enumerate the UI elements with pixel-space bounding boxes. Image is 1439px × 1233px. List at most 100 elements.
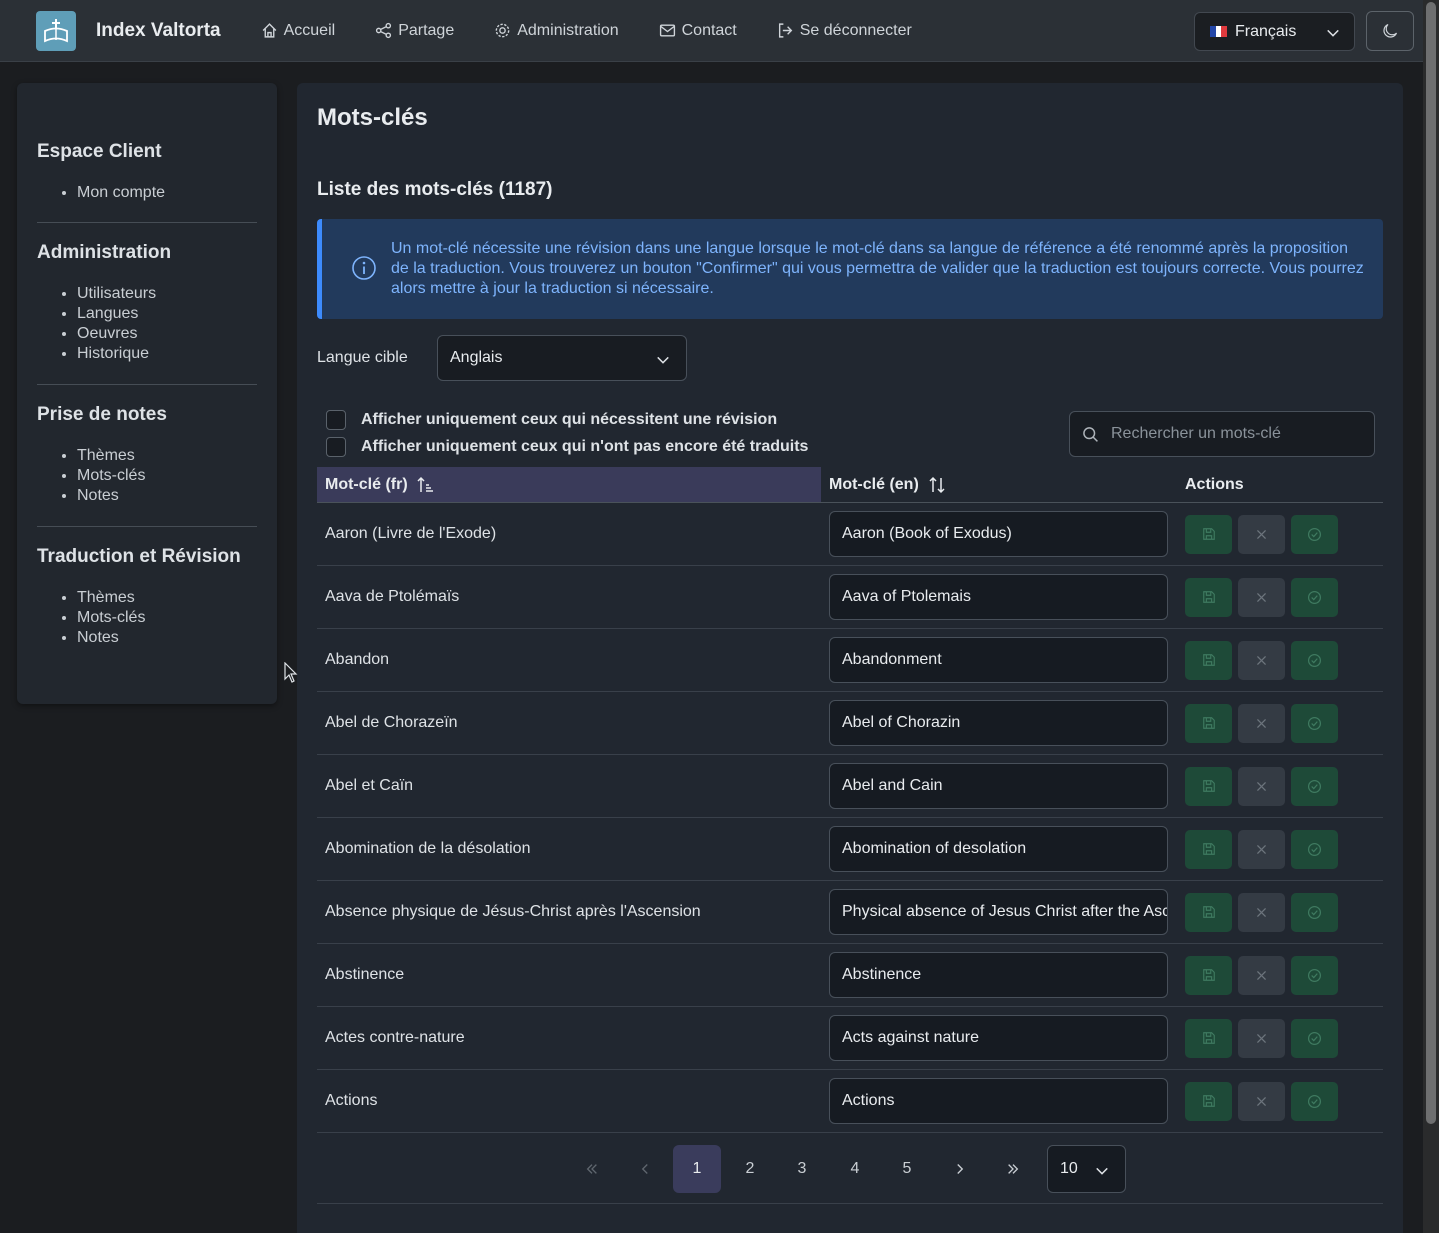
save-button[interactable] — [1185, 1081, 1232, 1121]
table-row: Absence physique de Jésus-Christ après l… — [317, 881, 1383, 944]
page-3-button[interactable]: 3 — [778, 1145, 826, 1193]
keyword-fr: Abel et Caïn — [325, 777, 414, 794]
column-header-en[interactable]: Mot-clé (en) — [821, 467, 1177, 502]
list-title: Liste des mots-clés (1187) — [317, 179, 553, 200]
nav-accueil[interactable]: Accueil — [261, 22, 335, 40]
next-page-button[interactable] — [936, 1145, 984, 1193]
filter-revision[interactable]: Afficher uniquement ceux qui nécessitent… — [326, 410, 777, 430]
sidebar-item-mon-compte[interactable]: Mon compte — [77, 183, 257, 203]
save-button[interactable] — [1185, 640, 1232, 680]
cancel-button[interactable] — [1238, 955, 1285, 995]
column-header-fr[interactable]: Mot-clé (fr) — [317, 467, 821, 502]
keyword-en-input[interactable]: Abel and Cain — [829, 763, 1168, 809]
last-page-button[interactable] — [989, 1145, 1037, 1193]
save-button[interactable] — [1185, 514, 1232, 554]
row-actions — [1177, 829, 1383, 869]
brand-name: Index Valtorta — [96, 19, 221, 41]
keyword-en-cell: Abel of Chorazin — [821, 700, 1177, 746]
close-icon — [1256, 1033, 1267, 1043]
first-page-button[interactable] — [568, 1145, 616, 1193]
filter-revision-label: Afficher uniquement ceux qui nécessitent… — [361, 411, 778, 428]
keyword-en-input[interactable]: Acts against nature — [829, 1015, 1168, 1061]
envelope-icon — [659, 24, 675, 37]
sidebar-item-trad-notes[interactable]: Notes — [77, 628, 257, 648]
target-language-select[interactable]: Anglais — [437, 335, 687, 381]
page-1-button[interactable]: 1 — [673, 1145, 721, 1193]
sidebar-item-mots-cles[interactable]: Mots-clés — [77, 466, 257, 486]
language-select[interactable]: Français — [1194, 12, 1355, 51]
floppy-disk-icon — [1202, 1095, 1215, 1107]
confirm-button[interactable] — [1291, 1081, 1338, 1121]
nav-contact[interactable]: Contact — [659, 22, 737, 40]
close-icon — [1256, 844, 1267, 854]
confirm-button[interactable] — [1291, 766, 1338, 806]
brand[interactable]: Index Valtorta — [36, 10, 221, 51]
page-2-button[interactable]: 2 — [726, 1145, 774, 1193]
page-scrollbar[interactable] — [1423, 0, 1439, 1233]
nav-logout[interactable]: Se déconnecter — [777, 22, 912, 40]
cancel-button[interactable] — [1238, 514, 1285, 554]
confirm-button[interactable] — [1291, 577, 1338, 617]
sidebar-item-oeuvres[interactable]: Oeuvres — [77, 324, 257, 344]
table-row: Actions Actions — [317, 1070, 1383, 1133]
scrollbar-thumb[interactable] — [1426, 2, 1436, 1124]
confirm-button[interactable] — [1291, 1018, 1338, 1058]
filter-untranslated-checkbox[interactable] — [326, 437, 346, 457]
theme-toggle-button[interactable] — [1366, 11, 1414, 51]
keyword-en-input[interactable]: Abomination of desolation — [829, 826, 1168, 872]
keyword-en-input[interactable]: Abandonment — [829, 637, 1168, 683]
confirm-button[interactable] — [1291, 955, 1338, 995]
save-button[interactable] — [1185, 577, 1232, 617]
confirm-button[interactable] — [1291, 703, 1338, 743]
cancel-button[interactable] — [1238, 640, 1285, 680]
keyword-en-input[interactable]: Abstinence — [829, 952, 1168, 998]
chevron-down-icon — [1096, 1167, 1108, 1175]
confirm-button[interactable] — [1291, 640, 1338, 680]
search-input[interactable] — [1111, 425, 1361, 443]
save-button[interactable] — [1185, 703, 1232, 743]
cancel-button[interactable] — [1238, 577, 1285, 617]
cancel-button[interactable] — [1238, 829, 1285, 869]
page-5-button[interactable]: 5 — [883, 1145, 931, 1193]
sidebar-item-trad-themes[interactable]: Thèmes — [77, 588, 257, 608]
filter-revision-checkbox[interactable] — [326, 410, 346, 430]
nav-partage[interactable]: Partage — [375, 22, 454, 40]
pagination: 1 2 3 4 5 10 — [297, 1145, 1403, 1193]
save-button[interactable] — [1185, 892, 1232, 932]
keyword-en-input[interactable]: Abel of Chorazin — [829, 700, 1168, 746]
save-button[interactable] — [1185, 1018, 1232, 1058]
confirm-button[interactable] — [1291, 514, 1338, 554]
search-box[interactable] — [1069, 411, 1375, 457]
keyword-en-input[interactable]: Aaron (Book of Exodus) — [829, 511, 1168, 557]
save-button[interactable] — [1185, 766, 1232, 806]
confirm-button[interactable] — [1291, 829, 1338, 869]
per-page-select[interactable]: 10 — [1047, 1145, 1126, 1193]
filter-untranslated[interactable]: Afficher uniquement ceux qui n'ont pas e… — [326, 437, 808, 457]
sidebar-item-notes[interactable]: Notes — [77, 486, 257, 506]
confirm-button[interactable] — [1291, 892, 1338, 932]
table-row: Abel de Chorazeïn Abel of Chorazin — [317, 692, 1383, 755]
save-button[interactable] — [1185, 955, 1232, 995]
keyword-en-input[interactable]: Aava of Ptolemais — [829, 574, 1168, 620]
sidebar-item-themes[interactable]: Thèmes — [77, 446, 257, 466]
prev-page-button[interactable] — [621, 1145, 669, 1193]
cancel-button[interactable] — [1238, 892, 1285, 932]
cancel-button[interactable] — [1238, 766, 1285, 806]
save-button[interactable] — [1185, 829, 1232, 869]
main-panel: Mots-clés Liste des mots-clés (1187) Un … — [297, 83, 1403, 1233]
sidebar-item-langues[interactable]: Langues — [77, 304, 257, 324]
sidebar-item-trad-mots-cles[interactable]: Mots-clés — [77, 608, 257, 628]
search-icon — [1083, 426, 1098, 442]
cancel-button[interactable] — [1238, 703, 1285, 743]
moon-icon — [1383, 23, 1398, 38]
keyword-en-input[interactable]: Actions — [829, 1078, 1168, 1124]
page-4-button[interactable]: 4 — [831, 1145, 879, 1193]
cancel-button[interactable] — [1238, 1081, 1285, 1121]
sidebar-item-utilisateurs[interactable]: Utilisateurs — [77, 284, 257, 304]
nav-administration[interactable]: Administration — [494, 22, 619, 40]
cancel-button[interactable] — [1238, 1018, 1285, 1058]
sidebar-item-historique[interactable]: Historique — [77, 344, 257, 364]
keyword-en-input[interactable]: Physical absence of Jesus Christ after t… — [829, 889, 1168, 935]
language-value: Français — [1235, 22, 1297, 40]
floppy-disk-icon — [1202, 654, 1215, 666]
